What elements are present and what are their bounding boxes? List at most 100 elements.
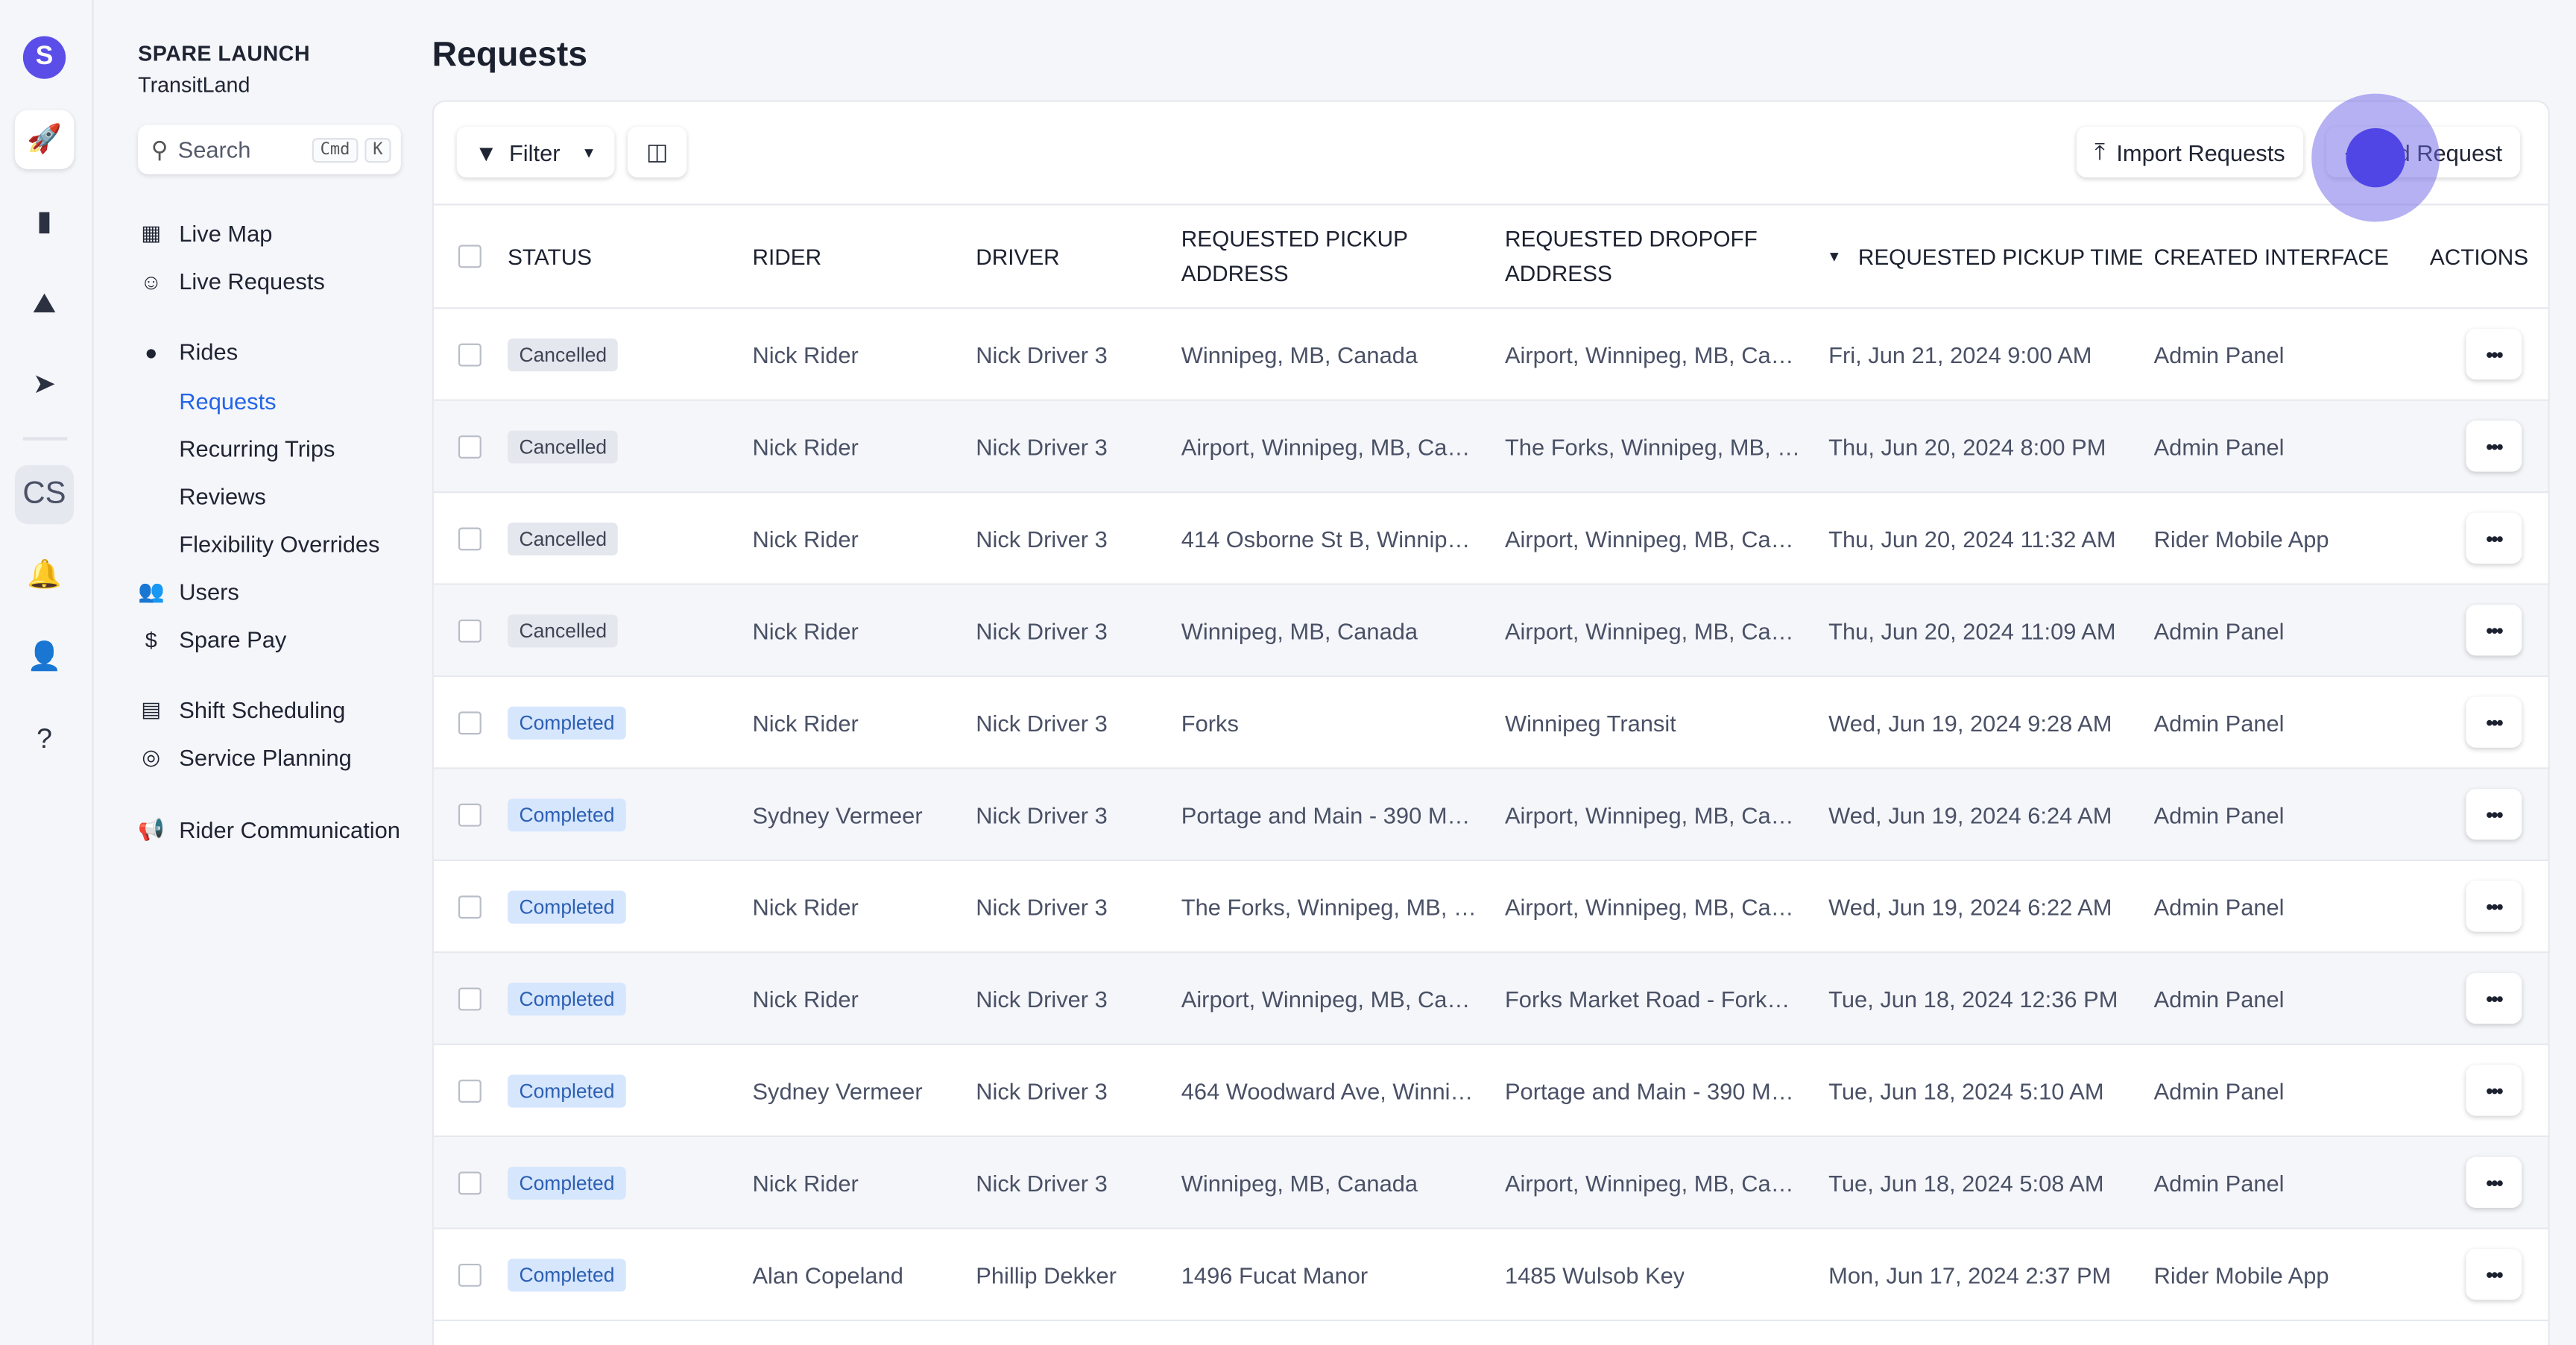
nav-users[interactable]: 👥 Users bbox=[138, 579, 239, 605]
cell-dropoff-address: Airport, Winnipeg, MB, Can... bbox=[1504, 525, 1801, 552]
nav-rider-communication[interactable]: 📢 Rider Communication bbox=[138, 816, 400, 842]
cell-pickup-time: Thu, Jun 20, 2024 11:09 AM bbox=[1828, 617, 2116, 643]
table-header: STATUS RIDER DRIVER REQUESTED PICKUP ADD… bbox=[433, 206, 2548, 309]
columns-button[interactable]: ◫ bbox=[627, 126, 687, 178]
table-row[interactable]: Cancelled Nick Rider Nick Driver 3 414 Osbo… bbox=[433, 493, 2548, 585]
more-actions-button[interactable]: ••• bbox=[2466, 696, 2522, 748]
status-badge: Cancelled bbox=[508, 337, 619, 371]
import-requests-button[interactable]: ⤒ Import Requests bbox=[2076, 126, 2303, 178]
target-icon: ◎ bbox=[142, 744, 161, 769]
chart-bar-icon[interactable]: ▮ bbox=[15, 192, 74, 251]
more-actions-button[interactable]: ••• bbox=[2466, 881, 2522, 932]
nav-spare-pay[interactable]: $ Spare Pay bbox=[138, 626, 287, 652]
cell-pickup-time: Fri, Jun 21, 2024 9:00 AM bbox=[1828, 341, 2092, 368]
header-pickup-address[interactable]: REQUESTED PICKUP ADDRESS bbox=[1181, 222, 1428, 292]
nav-reviews[interactable]: Reviews bbox=[179, 483, 266, 509]
support-agent-icon[interactable]: 👤 bbox=[15, 628, 74, 687]
cell-rider: Nick Rider bbox=[752, 892, 859, 920]
nav-service-planning[interactable]: ◎ Service Planning bbox=[138, 744, 352, 770]
header-pickup-time[interactable]: REQUESTED PICKUP TIME bbox=[1858, 244, 2144, 268]
nav-live-requests[interactable]: ☺ Live Requests bbox=[138, 268, 325, 294]
nav-flexibility-overrides[interactable]: Flexibility Overrides bbox=[179, 531, 379, 557]
nav-recurring-trips[interactable]: Recurring Trips bbox=[179, 435, 335, 462]
cell-dropoff-address: Portage and Main - 390 Mai... bbox=[1504, 1077, 1801, 1104]
more-actions-button[interactable]: ••• bbox=[2466, 328, 2522, 380]
cell-created-interface: Admin Panel bbox=[2153, 341, 2285, 368]
header-actions: ACTIONS bbox=[2429, 244, 2529, 269]
nav-requests[interactable]: Requests bbox=[179, 388, 276, 414]
page-title: Requests bbox=[432, 36, 588, 75]
more-actions-button[interactable]: ••• bbox=[2466, 1065, 2522, 1116]
table-row[interactable]: Cancelled Nick Rider Nick Driver 3 Airport,… bbox=[433, 400, 2548, 494]
cell-created-interface: Admin Panel bbox=[2153, 1169, 2285, 1196]
header-created-interface[interactable]: CREATED INTERFACE bbox=[2154, 244, 2389, 268]
row-checkbox[interactable] bbox=[458, 1078, 482, 1102]
row-checkbox[interactable] bbox=[458, 802, 482, 826]
row-checkbox[interactable] bbox=[458, 895, 482, 918]
more-actions-button[interactable]: ••• bbox=[2466, 1249, 2522, 1300]
row-checkbox[interactable] bbox=[458, 342, 482, 366]
cell-dropoff-address: The Forks, Winnipeg, MB, C... bbox=[1504, 432, 1801, 460]
cell-pickup-time: Thu, Jun 20, 2024 8:00 PM bbox=[1828, 432, 2106, 460]
header-driver[interactable]: DRIVER bbox=[976, 244, 1059, 268]
table-row[interactable]: Completed Nick Rider Nick Driver 3 Forks Win… bbox=[433, 677, 2548, 769]
paper-plane-icon[interactable]: ➤ bbox=[15, 355, 74, 414]
table-row[interactable]: Cancelled Nick Rider Nick Driver 3 Winnipeg… bbox=[433, 309, 2548, 401]
status-badge: Completed bbox=[508, 1258, 626, 1291]
row-checkbox[interactable] bbox=[458, 434, 482, 458]
bell-icon[interactable]: 🔔 bbox=[15, 546, 74, 605]
app-logo[interactable]: S bbox=[22, 36, 66, 79]
cell-driver: Nick Driver 3 bbox=[976, 801, 1108, 828]
nav-label: Live Requests bbox=[179, 268, 325, 294]
row-checkbox[interactable] bbox=[458, 986, 482, 1010]
table-row[interactable]: Completed Nick Rider Nick Driver 3 The Fork… bbox=[433, 861, 2548, 954]
app-rail: S 🚀 ▮ ⛰ ➤ CS 🔔 👤 ? bbox=[0, 0, 94, 1345]
more-actions-button[interactable]: ••• bbox=[2466, 788, 2522, 840]
table-row[interactable]: Completed Sydney Vermeer Nick Driver 3 464 … bbox=[433, 1045, 2548, 1138]
map-pin-icon[interactable]: ⛰ bbox=[15, 274, 74, 333]
header-status[interactable]: STATUS bbox=[508, 244, 592, 268]
table-row[interactable]: Completed Sydney Vermeer Nick Driver 3 Port… bbox=[433, 769, 2548, 861]
nav-live-map[interactable]: ▦ Live Map bbox=[138, 220, 272, 246]
cell-dropoff-address: Forks Market Road - Forks ... bbox=[1504, 985, 1801, 1012]
nav-label: Users bbox=[179, 578, 239, 605]
nav-label: Service Planning bbox=[179, 744, 352, 771]
workspace-initials[interactable]: CS bbox=[14, 464, 75, 525]
filter-button[interactable]: ▼ Filter ▼ bbox=[456, 126, 615, 178]
header-rider[interactable]: RIDER bbox=[752, 244, 821, 268]
divider bbox=[22, 437, 68, 441]
cell-driver: Nick Driver 3 bbox=[976, 1169, 1108, 1196]
status-badge: Completed bbox=[508, 705, 626, 739]
help-icon[interactable]: ? bbox=[15, 710, 74, 769]
sort-desc-icon[interactable]: ▼ bbox=[1827, 248, 1842, 265]
row-checkbox[interactable] bbox=[458, 526, 482, 550]
cell-pickup-time: Wed, Jun 19, 2024 6:24 AM bbox=[1828, 801, 2112, 828]
table-row[interactable]: Completed Nick Rider Nick Driver 3 Winnipeg… bbox=[433, 1137, 2548, 1229]
row-checkbox[interactable] bbox=[458, 618, 482, 642]
nav-shift-scheduling[interactable]: ▤ Shift Scheduling bbox=[138, 697, 345, 723]
row-checkbox[interactable] bbox=[458, 1262, 482, 1286]
row-checkbox[interactable] bbox=[458, 711, 482, 734]
status-badge: Cancelled bbox=[508, 429, 619, 463]
nav-rides[interactable]: ● Rides bbox=[138, 338, 238, 365]
more-actions-button[interactable]: ••• bbox=[2466, 420, 2522, 472]
cell-driver: Nick Driver 3 bbox=[976, 709, 1108, 736]
row-checkbox[interactable] bbox=[458, 1171, 482, 1194]
table-row[interactable]: Completed Alan Copeland Phillip Dekker 1496… bbox=[433, 1229, 2548, 1322]
cell-driver: Phillip Dekker bbox=[976, 1261, 1117, 1288]
more-actions-button[interactable]: ••• bbox=[2466, 1156, 2522, 1209]
select-all-checkbox[interactable] bbox=[458, 245, 482, 268]
cell-pickup-time: Tue, Jun 18, 2024 12:36 PM bbox=[1828, 985, 2118, 1012]
header-dropoff-address[interactable]: REQUESTED DROPOFF ADDRESS bbox=[1505, 222, 1768, 292]
map-icon: ▦ bbox=[141, 220, 162, 245]
more-actions-button[interactable]: ••• bbox=[2466, 605, 2522, 656]
table-row[interactable]: Cancelled Nick Rider Nick Driver 3 Winnipeg… bbox=[433, 585, 2548, 678]
rocket-icon[interactable]: 🚀 bbox=[14, 110, 75, 170]
cell-rider: Nick Rider bbox=[752, 709, 859, 736]
more-actions-button[interactable]: ••• bbox=[2466, 972, 2522, 1024]
search-input[interactable]: ⚲ Search Cmd K bbox=[138, 125, 401, 174]
cell-driver: Nick Driver 3 bbox=[976, 1077, 1108, 1104]
money-icon: $ bbox=[145, 626, 157, 652]
table-row[interactable]: Completed Nick Rider Nick Driver 3 Airport,… bbox=[433, 953, 2548, 1045]
more-actions-button[interactable]: ••• bbox=[2466, 512, 2522, 564]
